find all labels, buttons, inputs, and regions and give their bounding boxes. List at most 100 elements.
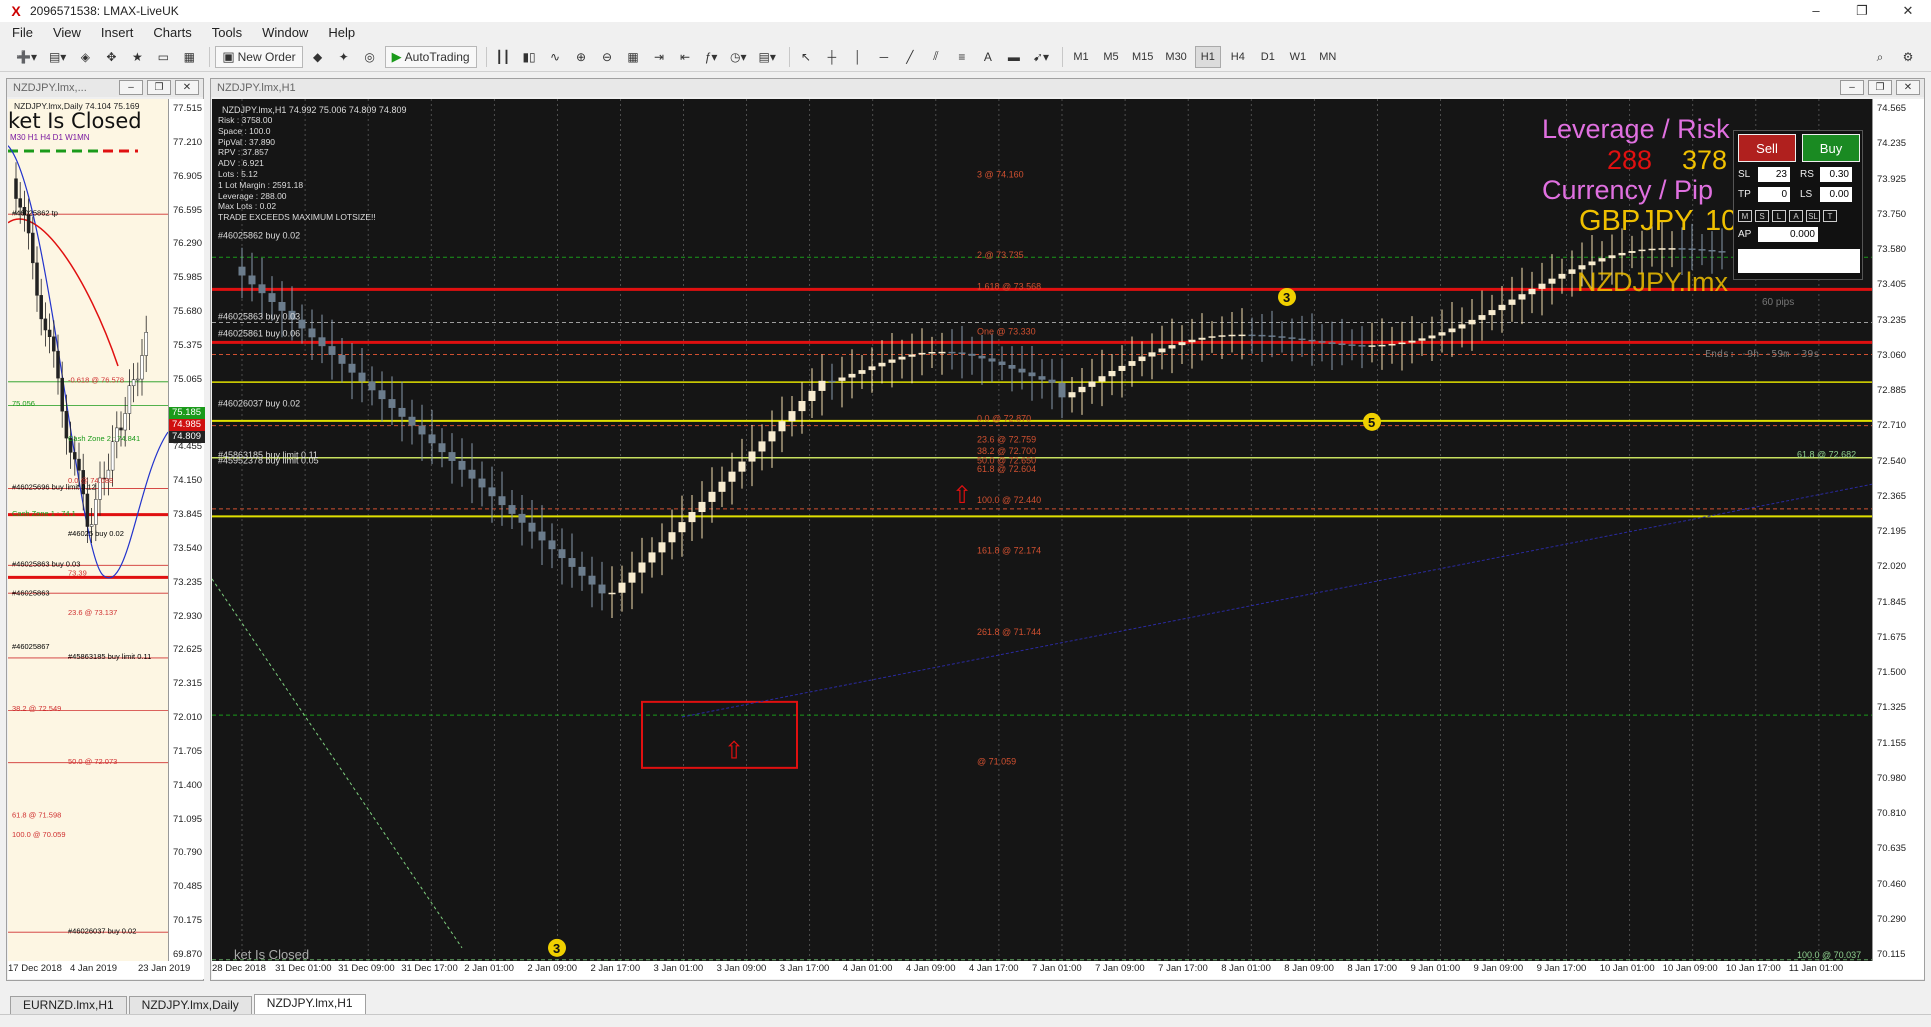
- tp-input[interactable]: 0: [1758, 187, 1790, 202]
- h1-chart-window[interactable]: NZDJPY.lmx,H1 – ❐ ✕ ⇧ ⇧ 3 @ 74.160 2 @ 73.7…: [210, 78, 1925, 981]
- daily-candle-body: [119, 427, 123, 431]
- h1-restore-button[interactable]: ❐: [1868, 80, 1892, 95]
- horizontal-line-icon[interactable]: ─: [873, 46, 895, 68]
- daily-chart-plot[interactable]: #46025862 tp -0.618 @ 76.578 75.056 Cash Zo…: [8, 99, 168, 961]
- templates-icon[interactable]: ▤▾: [755, 46, 780, 68]
- text-icon[interactable]: A: [977, 46, 999, 68]
- trade-mini-button[interactable]: M: [1738, 210, 1752, 222]
- settings-icon[interactable]: ⚙: [1897, 46, 1919, 68]
- daily-chart-window[interactable]: NZDJPY.lmx,... – ❐ ✕ #46025862 tp -0.618 …: [6, 78, 205, 981]
- price-tick-label: 73.845: [173, 509, 203, 521]
- time-tick-label: 4 Jan 01:00: [842, 963, 893, 974]
- zoom-out-icon[interactable]: ⊖: [596, 46, 618, 68]
- price-tick-label: 70.635: [1877, 843, 1907, 855]
- trade-mini-button[interactable]: A: [1789, 210, 1803, 222]
- market-watch-icon[interactable]: ◈: [74, 46, 96, 68]
- tf-h1[interactable]: H1: [1194, 45, 1221, 68]
- autotrading-button[interactable]: ▶ AutoTrading: [384, 45, 477, 68]
- zoom-in-icon[interactable]: ⊕: [570, 46, 592, 68]
- bar-chart-icon[interactable]: ┃┃: [492, 46, 514, 68]
- data-window-icon[interactable]: ✥: [100, 46, 122, 68]
- channel-icon[interactable]: ⫽: [925, 46, 947, 68]
- cursor-icon[interactable]: ↖: [795, 46, 817, 68]
- trade-mini-button[interactable]: S: [1755, 210, 1769, 222]
- tab-nzdjpy-daily[interactable]: NZDJPY.lmx,Daily: [128, 996, 252, 1014]
- rs-input[interactable]: 0.30: [1820, 167, 1852, 182]
- label-icon[interactable]: ▬: [1003, 46, 1025, 68]
- buy-button[interactable]: Buy: [1802, 134, 1860, 162]
- daily-candle-body: [14, 178, 18, 199]
- ls-input[interactable]: 0.00: [1820, 187, 1852, 202]
- time-tick-label: 31 Dec 09:00: [338, 963, 395, 974]
- menu-window[interactable]: Window: [262, 25, 308, 40]
- search-icon[interactable]: ⌕: [1869, 46, 1891, 68]
- autoscroll-icon[interactable]: ⇥: [648, 46, 670, 68]
- menu-insert[interactable]: Insert: [101, 25, 134, 40]
- sell-button[interactable]: Sell: [1738, 134, 1796, 162]
- menu-view[interactable]: View: [53, 25, 81, 40]
- daily-restore-button[interactable]: ❐: [147, 80, 171, 95]
- trendline-icon[interactable]: ╱: [899, 46, 921, 68]
- signals-icon[interactable]: ✦: [333, 46, 355, 68]
- tf-m30[interactable]: M30: [1161, 46, 1190, 68]
- candle-body: [608, 592, 616, 595]
- periods-icon[interactable]: ◷▾: [726, 46, 751, 68]
- menu-file[interactable]: File: [12, 25, 33, 40]
- navigator-icon[interactable]: ★: [126, 46, 148, 68]
- candle-body: [948, 351, 956, 354]
- arrows-icon[interactable]: ➹▾: [1029, 46, 1053, 68]
- vertical-line-icon[interactable]: │: [847, 46, 869, 68]
- fibonacci-icon[interactable]: ≡: [951, 46, 973, 68]
- order-label: #46026037 buy 0.02: [218, 399, 300, 409]
- candlestick-icon[interactable]: ▮▯: [518, 46, 540, 68]
- tf-m5[interactable]: M5: [1098, 46, 1124, 68]
- ap-input[interactable]: 0.000: [1758, 227, 1818, 242]
- daily-candle-body: [89, 524, 94, 527]
- trade-mini-button[interactable]: T: [1823, 210, 1837, 222]
- h1-close-button[interactable]: ✕: [1896, 80, 1920, 95]
- crosshair-icon[interactable]: ┼: [821, 46, 843, 68]
- tf-d1[interactable]: D1: [1255, 46, 1281, 68]
- new-order-button[interactable]: ▣ New Order: [215, 45, 303, 68]
- indicators-icon[interactable]: ƒ▾: [700, 46, 722, 68]
- globe-icon[interactable]: ◎: [359, 46, 381, 68]
- time-tick-label: 3 Jan 17:00: [779, 963, 830, 974]
- tf-h4[interactable]: H4: [1225, 46, 1251, 68]
- line-chart-icon[interactable]: ∿: [544, 46, 566, 68]
- tf-m1[interactable]: M1: [1068, 46, 1094, 68]
- candle-body: [1208, 336, 1216, 338]
- wave-marker: 5: [1363, 412, 1381, 431]
- trade-mini-button[interactable]: L: [1772, 210, 1786, 222]
- tf-mn[interactable]: MN: [1315, 46, 1341, 68]
- tf-m15[interactable]: M15: [1128, 46, 1157, 68]
- daily-minimize-button[interactable]: –: [119, 80, 143, 95]
- trade-mini-button[interactable]: SL: [1806, 210, 1820, 222]
- daily-candle-body: [127, 385, 132, 414]
- tab-eurnzd-h1[interactable]: EURNZD.lmx,H1: [10, 996, 127, 1014]
- profiles-icon[interactable]: ▤▾: [45, 46, 70, 68]
- tf-w1[interactable]: W1: [1285, 46, 1311, 68]
- strategy-tester-icon[interactable]: ▦: [178, 46, 200, 68]
- metaeditor-icon[interactable]: ◆: [307, 46, 329, 68]
- time-tick-label: 10 Jan 09:00: [1662, 963, 1718, 974]
- h1-chart-plot[interactable]: ⇧ ⇧ 3 @ 74.160 2 @ 73.735 1.618 @ 73.568 One …: [212, 99, 1872, 961]
- candle-body: [768, 431, 776, 442]
- h1-minimize-button[interactable]: –: [1840, 80, 1864, 95]
- restore-button[interactable]: ❐: [1839, 0, 1885, 22]
- sl-input[interactable]: 23: [1758, 167, 1790, 182]
- candle-body: [428, 434, 436, 444]
- daily-label: 50.0 @ 72.073: [68, 757, 117, 766]
- tile-windows-icon[interactable]: ▦: [622, 46, 644, 68]
- tab-nzdjpy-h1[interactable]: NZDJPY.lmx,H1: [253, 994, 366, 1014]
- daily-close-button[interactable]: ✕: [175, 80, 199, 95]
- new-chart-icon[interactable]: ➕▾: [12, 46, 41, 68]
- chart-shift-icon[interactable]: ⇤: [674, 46, 696, 68]
- menu-charts[interactable]: Charts: [153, 25, 191, 40]
- candle-body: [758, 441, 766, 452]
- minimize-button[interactable]: –: [1793, 0, 1839, 22]
- menu-tools[interactable]: Tools: [212, 25, 242, 40]
- menu-help[interactable]: Help: [328, 25, 355, 40]
- close-button[interactable]: ✕: [1885, 0, 1931, 22]
- terminal-icon[interactable]: ▭: [152, 46, 174, 68]
- candle-body: [1608, 255, 1616, 259]
